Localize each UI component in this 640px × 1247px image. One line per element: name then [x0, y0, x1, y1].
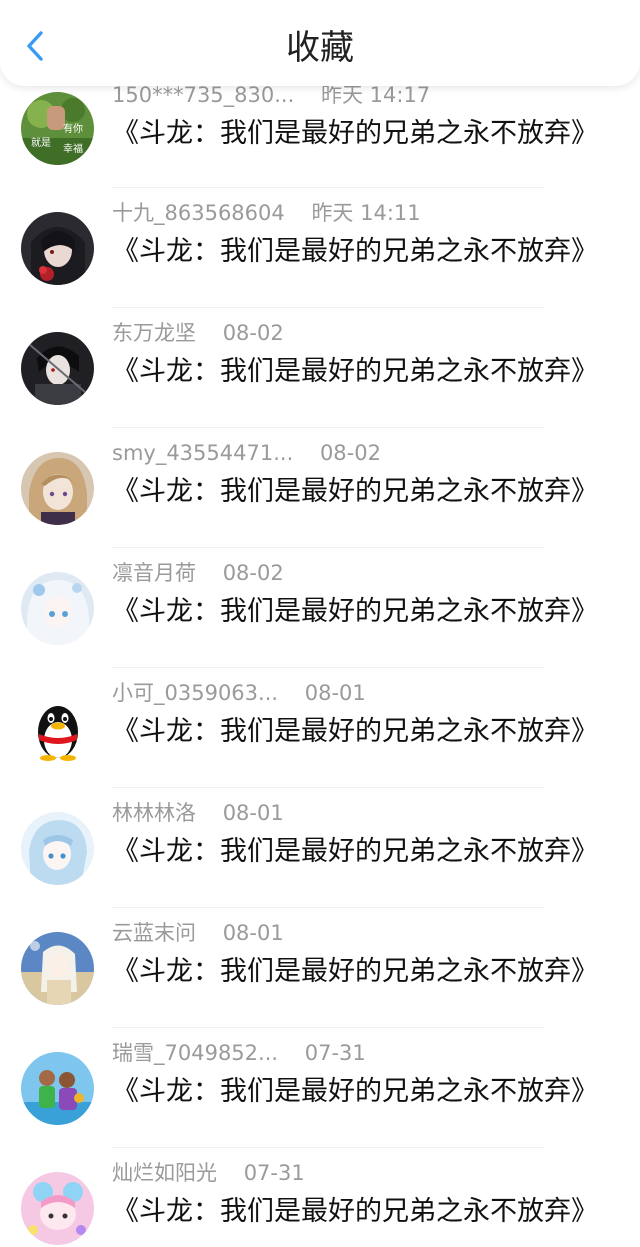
- avatar[interactable]: [21, 1052, 94, 1125]
- timestamp: 07-31: [243, 1161, 305, 1185]
- item-title[interactable]: 《斗龙：我们是最好的兄弟之永不放弃》: [112, 1072, 598, 1112]
- avatar-text-1: 有你: [63, 122, 83, 135]
- avatar[interactable]: [21, 212, 94, 285]
- timestamp: 08-01: [304, 681, 366, 705]
- username[interactable]: smy_43554471...: [112, 436, 293, 470]
- item-title[interactable]: 《斗龙：我们是最好的兄弟之永不放弃》: [112, 592, 598, 632]
- list-item[interactable]: 云蓝末问 08-01 《斗龙：我们是最好的兄弟之永不放弃》: [0, 908, 640, 1028]
- avatar[interactable]: [21, 692, 94, 765]
- item-meta: 林林林洛 08-01: [112, 796, 612, 830]
- timestamp: 08-02: [222, 561, 284, 585]
- item-title[interactable]: 《斗龙：我们是最好的兄弟之永不放弃》: [112, 832, 598, 872]
- list-item[interactable]: 十九_863568604 昨天 14:11 《斗龙：我们是最好的兄弟之永不放弃》: [0, 188, 640, 308]
- list-item[interactable]: 瑞雪_7049852... 07-31 《斗龙：我们是最好的兄弟之永不放弃》: [0, 1028, 640, 1148]
- item-title[interactable]: 《斗龙：我们是最好的兄弟之永不放弃》: [112, 472, 598, 512]
- avatar-text-3: 幸福: [63, 142, 83, 155]
- item-meta: 云蓝末问 08-01: [112, 916, 612, 950]
- list-item[interactable]: 有你 就是 幸福 150***735_830... 昨天 14:17 《斗龙：我…: [0, 83, 640, 188]
- page-title: 收藏: [286, 28, 354, 68]
- avatar[interactable]: [21, 1172, 94, 1245]
- username[interactable]: 凛音月荷: [112, 556, 196, 590]
- top-bar: 收藏: [0, 0, 640, 86]
- timestamp: 07-31: [304, 1041, 366, 1065]
- avatar[interactable]: [21, 572, 94, 645]
- username[interactable]: 十九_863568604: [112, 196, 285, 230]
- list-item[interactable]: 灿烂如阳光 07-31 《斗龙：我们是最好的兄弟之永不放弃》: [0, 1148, 640, 1247]
- item-title[interactable]: 《斗龙：我们是最好的兄弟之永不放弃》: [112, 114, 598, 154]
- item-meta: 灿烂如阳光 07-31: [112, 1156, 612, 1190]
- username[interactable]: 东万龙坚: [112, 316, 196, 350]
- avatar-text-2: 就是: [31, 136, 51, 149]
- avatar[interactable]: [21, 932, 94, 1005]
- item-meta: 凛音月荷 08-02: [112, 556, 612, 590]
- list-item[interactable]: 凛音月荷 08-02 《斗龙：我们是最好的兄弟之永不放弃》: [0, 548, 640, 668]
- item-meta: 东万龙坚 08-02: [112, 316, 612, 350]
- list-item[interactable]: 林林林洛 08-01 《斗龙：我们是最好的兄弟之永不放弃》: [0, 788, 640, 908]
- item-title[interactable]: 《斗龙：我们是最好的兄弟之永不放弃》: [112, 352, 598, 392]
- list-item[interactable]: 东万龙坚 08-02 《斗龙：我们是最好的兄弟之永不放弃》: [0, 308, 640, 428]
- avatar[interactable]: [21, 452, 94, 525]
- timestamp: 08-01: [222, 921, 284, 945]
- item-title[interactable]: 《斗龙：我们是最好的兄弟之永不放弃》: [112, 712, 598, 752]
- timestamp: 08-02: [319, 441, 381, 465]
- avatar[interactable]: [21, 812, 94, 885]
- timestamp: 昨天 14:11: [311, 201, 421, 225]
- favorites-page: 收藏 有你 就是 幸福 150***735_830... 昨天 14:17 《斗…: [0, 0, 640, 1247]
- item-title[interactable]: 《斗龙：我们是最好的兄弟之永不放弃》: [112, 1192, 598, 1232]
- list-item[interactable]: 小可_0359063... 08-01 《斗龙：我们是最好的兄弟之永不放弃》: [0, 668, 640, 788]
- item-meta: 小可_0359063... 08-01: [112, 676, 612, 710]
- list-item[interactable]: smy_43554471... 08-02 《斗龙：我们是最好的兄弟之永不放弃》: [0, 428, 640, 548]
- username[interactable]: 瑞雪_7049852...: [112, 1036, 278, 1070]
- timestamp: 08-02: [222, 321, 284, 345]
- avatar[interactable]: [21, 332, 94, 405]
- item-meta: 十九_863568604 昨天 14:11: [112, 196, 612, 230]
- username[interactable]: 林林林洛: [112, 796, 196, 830]
- item-meta: smy_43554471... 08-02: [112, 436, 612, 470]
- avatar[interactable]: 有你 就是 幸福: [21, 92, 94, 165]
- item-meta: 瑞雪_7049852... 07-31: [112, 1036, 612, 1070]
- favorites-list: 有你 就是 幸福 150***735_830... 昨天 14:17 《斗龙：我…: [0, 83, 640, 1247]
- timestamp: 08-01: [222, 801, 284, 825]
- username[interactable]: 小可_0359063...: [112, 676, 278, 710]
- item-title[interactable]: 《斗龙：我们是最好的兄弟之永不放弃》: [112, 232, 598, 272]
- item-title[interactable]: 《斗龙：我们是最好的兄弟之永不放弃》: [112, 952, 598, 992]
- username[interactable]: 云蓝末问: [112, 916, 196, 950]
- username[interactable]: 灿烂如阳光: [112, 1156, 217, 1190]
